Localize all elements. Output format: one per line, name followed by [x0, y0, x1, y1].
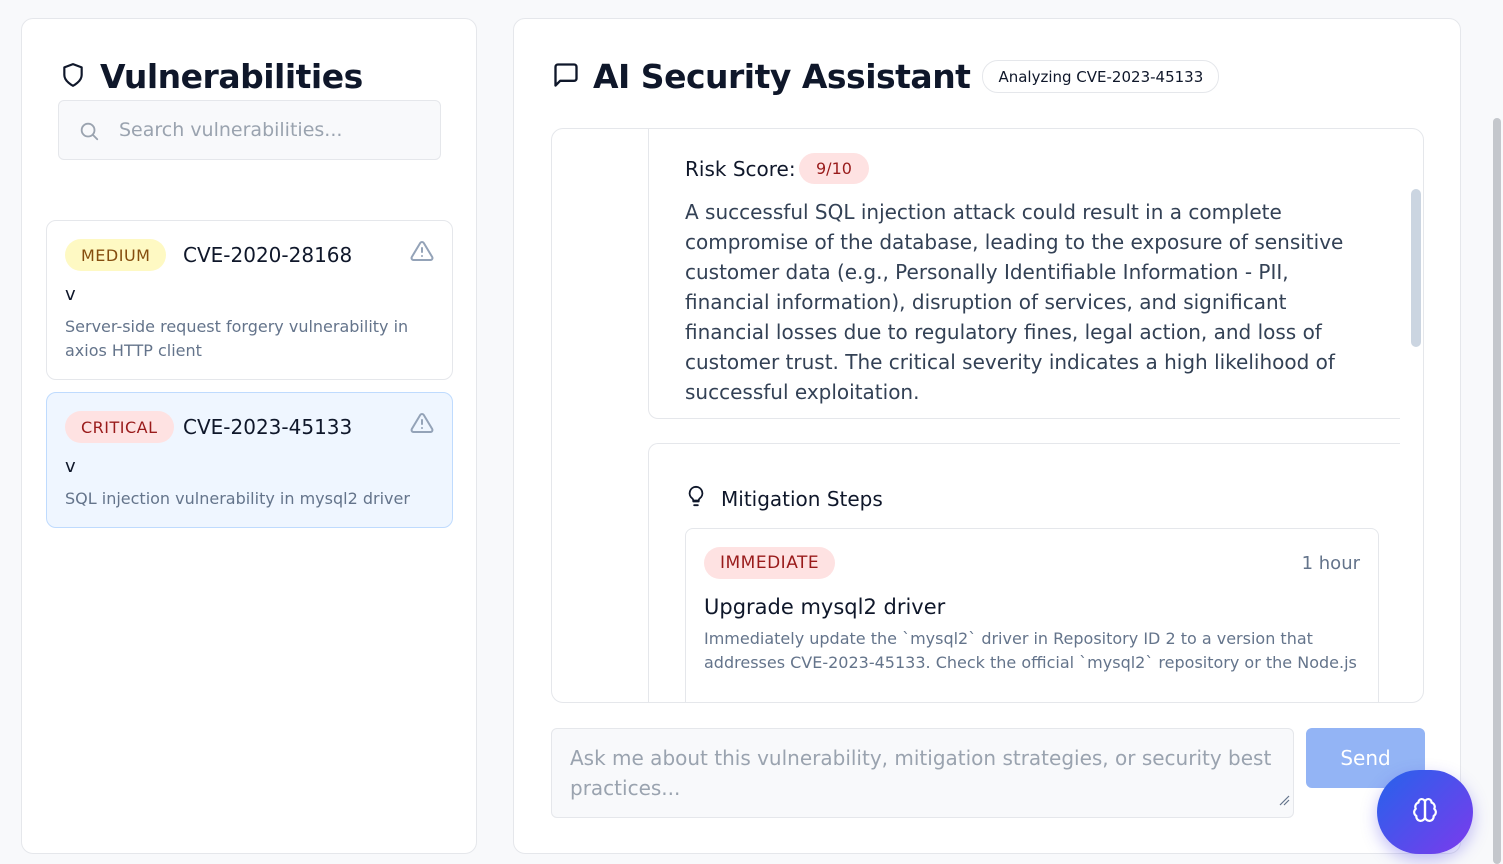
risk-impact-text: A successful SQL injection attack could …	[685, 200, 1344, 404]
mitigation-header: Mitigation Steps	[685, 484, 883, 513]
risk-assessment-card: Risk Score: 9/10 A successful SQL inject…	[648, 129, 1400, 419]
cve-id: CVE-2020-28168	[183, 243, 353, 267]
cve-id: CVE-2023-45133	[183, 415, 353, 439]
severity-badge-medium: MEDIUM	[65, 239, 167, 271]
step-time-estimate: 1 hour	[1301, 553, 1360, 574]
message-square-icon	[552, 61, 580, 93]
search-icon	[78, 120, 100, 146]
analyzing-context-pill: Analyzing CVE-2023-45133	[982, 60, 1220, 93]
search-input[interactable]	[119, 101, 419, 159]
step-title: Upgrade mysql2 driver	[704, 595, 946, 619]
vulnerabilities-panel: Vulnerabilities MEDIUM CVE-2020-28168 v …	[21, 18, 477, 854]
chat-scrollbar[interactable]	[1411, 189, 1421, 347]
search-box[interactable]	[58, 100, 441, 160]
lightbulb-icon	[685, 484, 707, 513]
risk-score-label: Risk Score:	[685, 157, 796, 181]
severity-badge-critical: CRITICAL	[65, 411, 174, 443]
assistant-title: AI Security Assistant	[593, 57, 971, 96]
chat-input[interactable]: Ask me about this vulnerability, mitigat…	[551, 728, 1294, 818]
step-description: Immediately update the `mysql2` driver i…	[704, 629, 1357, 672]
ai-brain-button[interactable]	[1377, 770, 1473, 854]
mitigation-card: Mitigation Steps IMMEDIATE 1 hour Upgrad…	[648, 443, 1400, 702]
warning-triangle-icon	[410, 411, 434, 439]
mitigation-title: Mitigation Steps	[721, 486, 883, 511]
resize-handle-icon[interactable]	[1278, 784, 1290, 814]
brain-icon	[1412, 797, 1438, 827]
vulnerabilities-header: Vulnerabilities	[60, 57, 363, 96]
mitigation-step: IMMEDIATE 1 hour Upgrade mysql2 driver I…	[685, 528, 1379, 702]
vulnerability-card-cve-2020-28168[interactable]: MEDIUM CVE-2020-28168 v Server-side requ…	[46, 220, 453, 380]
shield-icon	[60, 60, 86, 94]
priority-badge-immediate: IMMEDIATE	[704, 547, 836, 579]
vulnerabilities-title: Vulnerabilities	[100, 57, 363, 96]
vulnerability-description: SQL injection vulnerability in mysql2 dr…	[65, 489, 410, 508]
page-scrollbar[interactable]	[1493, 118, 1501, 864]
package-version: v	[65, 456, 76, 477]
warning-triangle-icon	[410, 239, 434, 267]
assistant-header: AI Security Assistant Analyzing CVE-2023…	[552, 57, 1220, 96]
vulnerability-description: Server-side request forgery vulnerabilit…	[65, 317, 409, 360]
vulnerability-card-cve-2023-45133[interactable]: CRITICAL CVE-2023-45133 v SQL injection …	[46, 392, 453, 528]
chat-messages[interactable]: Risk Score: 9/10 A successful SQL inject…	[551, 128, 1424, 703]
assistant-panel: AI Security Assistant Analyzing CVE-2023…	[513, 18, 1461, 854]
chat-input-placeholder: Ask me about this vulnerability, mitigat…	[570, 746, 1272, 800]
risk-score-badge: 9/10	[799, 153, 869, 184]
package-version: v	[65, 284, 76, 305]
